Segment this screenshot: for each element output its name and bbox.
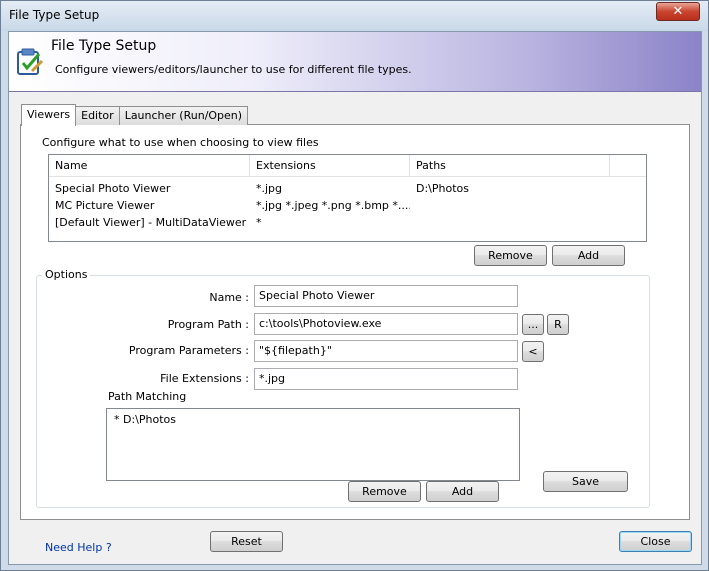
column-header-name[interactable]: Name <box>49 155 250 177</box>
insert-variable-button[interactable]: < <box>522 341 544 362</box>
name-field[interactable]: Special Photo Viewer <box>254 285 518 307</box>
row-name: Special Photo Viewer <box>55 182 171 195</box>
reset-button[interactable]: Reset <box>210 531 283 552</box>
row-name: MC Picture Viewer <box>55 199 155 212</box>
name-label: Name : <box>209 291 249 304</box>
tab-viewers[interactable]: Viewers <box>21 104 77 126</box>
file-extensions-label: File Extensions : <box>160 372 249 385</box>
row-extensions: *.jpg <box>256 182 283 195</box>
banner-title: File Type Setup <box>51 38 157 54</box>
dialog-client-area: File Type Setup Configure viewers/editor… <box>8 31 702 565</box>
viewers-list[interactable]: Name Extensions Paths Special Photo View… <box>48 154 647 242</box>
row-name: [Default Viewer] - MultiDataViewer <box>55 216 247 229</box>
file-type-setup-window: File Type Setup ✕ File Type Setup Config… <box>0 0 709 571</box>
program-path-label: Program Path : <box>167 318 249 331</box>
viewer-add-button[interactable]: Add <box>552 245 625 266</box>
window-close-button[interactable]: ✕ <box>656 2 700 21</box>
window-title: File Type Setup <box>9 8 100 22</box>
program-parameters-label: Program Parameters : <box>128 344 249 357</box>
column-header-paths[interactable]: Paths <box>410 155 610 177</box>
browse-button[interactable]: ... <box>522 314 544 335</box>
checklist-icon <box>17 48 44 75</box>
tab-launcher[interactable]: Launcher (Run/Open) <box>118 106 249 125</box>
viewers-list-header: Name Extensions Paths <box>49 155 646 177</box>
program-parameters-field[interactable]: "${filepath}" <box>254 340 518 362</box>
row-extensions: *.jpg *.jpeg *.png *.bmp *.... <box>256 199 410 212</box>
list-item[interactable]: * D:\Photos <box>114 413 176 426</box>
program-path-field[interactable]: c:\tools\Photoview.exe <box>254 313 518 335</box>
path-matching-list[interactable]: * D:\Photos <box>106 408 520 481</box>
r-button[interactable]: R <box>547 314 569 335</box>
options-group-label: Options <box>42 268 91 281</box>
header-banner: File Type Setup Configure viewers/editor… <box>9 32 701 92</box>
tab-editor[interactable]: Editor <box>75 106 120 125</box>
close-button[interactable]: Close <box>619 531 692 552</box>
path-add-button[interactable]: Add <box>426 481 499 502</box>
row-paths: D:\Photos <box>416 182 469 195</box>
tab-strip: Viewers Editor Launcher (Run/Open) <box>21 104 249 126</box>
path-remove-button[interactable]: Remove <box>348 481 421 502</box>
need-help-link[interactable]: Need Help ? <box>45 541 112 554</box>
save-button[interactable]: Save <box>543 471 628 492</box>
row-extensions: * <box>256 216 262 229</box>
title-bar: File Type Setup ✕ <box>1 1 708 31</box>
path-matching-label: Path Matching <box>108 390 187 403</box>
banner-subtitle: Configure viewers/editors/launcher to us… <box>55 63 412 76</box>
table-row[interactable]: MC Picture Viewer *.jpg *.jpeg *.png *.b… <box>49 197 646 214</box>
column-header-extensions[interactable]: Extensions <box>250 155 410 177</box>
table-row[interactable]: [Default Viewer] - MultiDataViewer * <box>49 214 646 231</box>
file-extensions-field[interactable]: *.jpg <box>254 368 518 390</box>
table-row[interactable]: Special Photo Viewer *.jpg D:\Photos <box>49 180 646 197</box>
viewer-remove-button[interactable]: Remove <box>474 245 547 266</box>
viewers-hint: Configure what to use when choosing to v… <box>42 136 319 149</box>
